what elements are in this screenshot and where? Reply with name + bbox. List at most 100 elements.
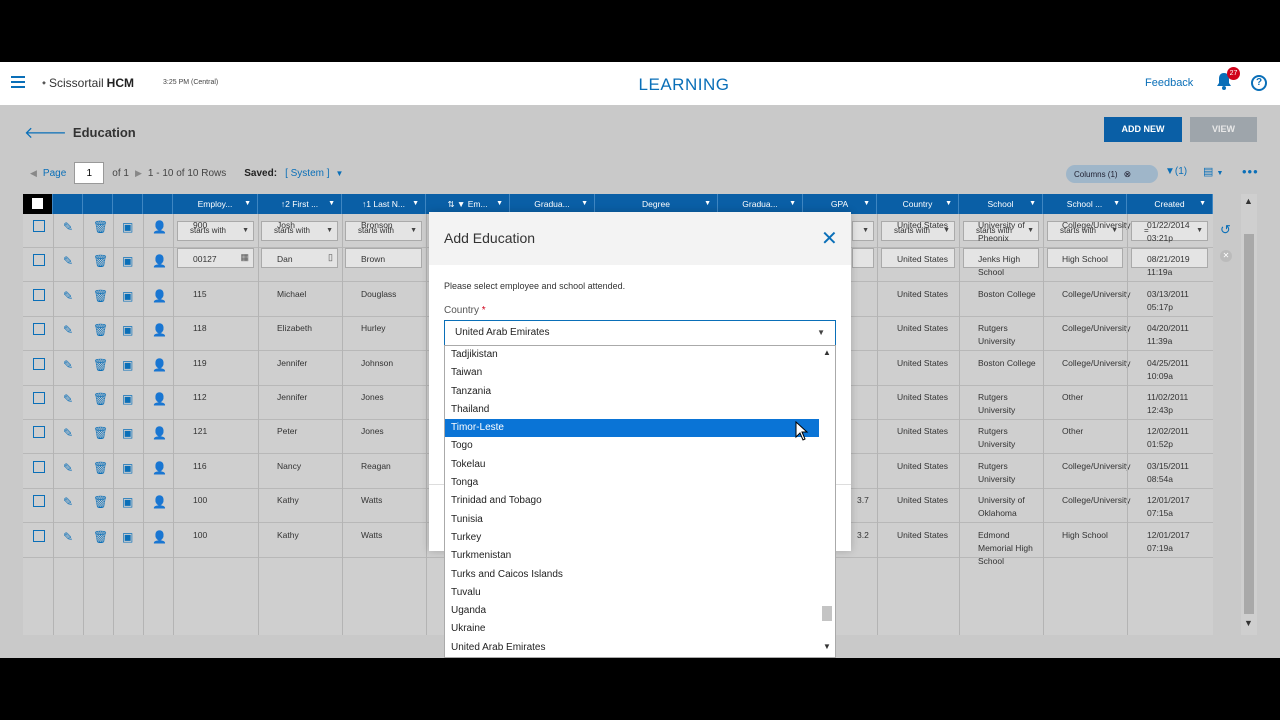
saved-view-select[interactable]: [ System ] <box>285 168 329 179</box>
delete-icon[interactable]: 🗑 <box>93 426 108 440</box>
delete-icon[interactable]: 🗑 <box>93 323 108 337</box>
country-option[interactable]: Taiwan <box>445 364 820 382</box>
dropdown-scroll-thumb[interactable] <box>822 606 832 621</box>
country-option[interactable]: Thailand <box>445 401 820 419</box>
edit-icon[interactable]: ✎ <box>63 461 73 475</box>
assign-user-icon[interactable]: 👤 <box>152 289 167 303</box>
country-option[interactable]: Tokelau <box>445 456 820 474</box>
row-checkbox[interactable] <box>33 357 45 370</box>
row-checkbox[interactable] <box>33 495 45 508</box>
view-record-icon[interactable]: ▣ <box>122 392 133 406</box>
edit-icon[interactable]: ✎ <box>63 289 73 303</box>
more-options-icon[interactable]: ••• <box>1242 164 1259 179</box>
row-checkbox[interactable] <box>33 392 45 404</box>
notifications-button[interactable]: 27 <box>1216 67 1240 92</box>
assign-user-icon[interactable]: 👤 <box>152 392 167 406</box>
dropdown-scrollbar[interactable]: ▲ ▼ <box>819 346 835 657</box>
row-checkbox[interactable] <box>33 426 45 439</box>
country-option[interactable]: Ukraine <box>445 620 820 638</box>
edit-icon[interactable]: ✎ <box>63 220 73 234</box>
country-select[interactable]: United Arab Emirates ▼ <box>444 320 836 346</box>
filter-button[interactable]: ▼(1) <box>1165 166 1187 177</box>
view-record-icon[interactable]: ▣ <box>122 220 133 234</box>
delete-icon[interactable]: 🗑 <box>93 461 108 475</box>
delete-icon[interactable]: 🗑 <box>93 220 108 234</box>
view-record-icon[interactable]: ▣ <box>122 426 133 440</box>
brand-logo[interactable]: ⬩ Scissortail HCM <box>42 76 134 90</box>
scroll-thumb[interactable] <box>1244 234 1254 614</box>
assign-user-icon[interactable]: 👤 <box>152 358 167 372</box>
add-new-button[interactable]: ADD NEW <box>1104 117 1182 142</box>
view-record-icon[interactable]: ▣ <box>122 358 133 372</box>
country-option[interactable]: Tanzania <box>445 383 820 401</box>
country-option[interactable]: Uganda <box>445 602 820 620</box>
edit-icon[interactable]: ✎ <box>63 254 73 268</box>
assign-user-icon[interactable]: 👤 <box>152 220 167 234</box>
assign-user-icon[interactable]: 👤 <box>152 323 167 337</box>
edit-icon[interactable]: ✎ <box>63 495 73 509</box>
col-graduation[interactable]: Gradua... ▼ <box>510 194 595 214</box>
delete-icon[interactable]: 🗑 <box>93 392 108 406</box>
col-school-type[interactable]: School ... ▼ <box>1043 194 1127 214</box>
country-option[interactable]: Tonga <box>445 474 820 492</box>
delete-icon[interactable]: 🗑 <box>93 495 108 509</box>
scroll-up-icon[interactable]: ▲ <box>1244 196 1253 206</box>
view-record-icon[interactable]: ▣ <box>122 254 133 268</box>
prev-page-icon[interactable]: ◀ <box>30 168 37 179</box>
row-checkbox[interactable] <box>33 529 45 542</box>
assign-user-icon[interactable]: 👤 <box>152 426 167 440</box>
close-icon[interactable]: ✕ <box>821 226 838 251</box>
col-graduated[interactable]: Gradua... ▼ <box>718 194 803 214</box>
country-option[interactable]: Turkey <box>445 529 820 547</box>
country-option[interactable]: Tunisia <box>445 511 820 529</box>
saved-view-chevron-icon[interactable]: ▼ <box>336 169 344 178</box>
view-record-icon[interactable]: ▣ <box>122 495 133 509</box>
col-employee[interactable]: Employ... ▼ <box>173 194 258 214</box>
delete-icon[interactable]: 🗑 <box>93 254 108 268</box>
view-record-icon[interactable]: ▣ <box>122 289 133 303</box>
edit-icon[interactable]: ✎ <box>63 530 73 544</box>
row-checkbox[interactable] <box>33 288 45 301</box>
row-checkbox[interactable] <box>33 460 45 473</box>
col-school[interactable]: School ▼ <box>959 194 1043 214</box>
scroll-down-icon[interactable]: ▼ <box>1244 618 1253 628</box>
page-input[interactable] <box>74 162 105 184</box>
menu-icon[interactable] <box>11 76 25 91</box>
delete-icon[interactable]: 🗑 <box>93 358 108 372</box>
help-icon[interactable]: ? <box>1251 75 1267 91</box>
col-degree[interactable]: Degree ▼ <box>595 194 718 214</box>
assign-user-icon[interactable]: 👤 <box>152 461 167 475</box>
delete-icon[interactable]: 🗑 <box>93 289 108 303</box>
assign-user-icon[interactable]: 👤 <box>152 495 167 509</box>
assign-user-icon[interactable]: 👤 <box>152 530 167 544</box>
col-first-name[interactable]: ↑2 First ... ▼ <box>258 194 342 214</box>
col-last-name[interactable]: ↑1 Last N... ▼ <box>342 194 426 214</box>
delete-icon[interactable]: 🗑 <box>93 530 108 544</box>
country-option[interactable]: Trinidad and Tobago <box>445 492 820 510</box>
country-option[interactable]: Tadjikistan <box>445 346 820 364</box>
reset-filters-icon[interactable]: ↺ <box>1220 222 1231 238</box>
country-option[interactable]: Timor-Leste <box>445 419 820 438</box>
row-checkbox[interactable] <box>33 254 45 267</box>
col-created[interactable]: Created ▼ <box>1127 194 1213 214</box>
select-all-checkbox[interactable] <box>23 194 53 214</box>
country-option[interactable]: Turks and Caicos Islands <box>445 566 820 584</box>
edit-icon[interactable]: ✎ <box>63 392 73 406</box>
edit-icon[interactable]: ✎ <box>63 426 73 440</box>
col-em[interactable]: ⇅ ▼ Em... ▼ <box>426 194 510 214</box>
country-option[interactable]: Tuvalu <box>445 584 820 602</box>
row-checkbox[interactable] <box>33 220 45 232</box>
clear-filters-icon[interactable]: ✕ <box>1220 250 1232 262</box>
country-option[interactable]: Togo <box>445 437 820 455</box>
columns-chip[interactable]: Columns (1) ⊗ <box>1066 165 1158 183</box>
back-arrow-icon[interactable]: 🡐 <box>24 122 67 143</box>
view-record-icon[interactable]: ▣ <box>122 530 133 544</box>
scroll-up-icon[interactable]: ▲ <box>823 348 831 357</box>
next-page-icon[interactable]: ▶ <box>135 168 142 179</box>
scroll-down-icon[interactable]: ▼ <box>823 642 831 651</box>
export-button[interactable]: ▤ ▼ <box>1203 165 1223 178</box>
edit-icon[interactable]: ✎ <box>63 358 73 372</box>
view-button[interactable]: VIEW <box>1190 117 1257 142</box>
country-dropdown-list[interactable]: Tadjikistan Taiwan Tanzania Thailand Timor-L… <box>444 345 836 658</box>
country-option[interactable]: United Arab Emirates <box>445 639 820 657</box>
